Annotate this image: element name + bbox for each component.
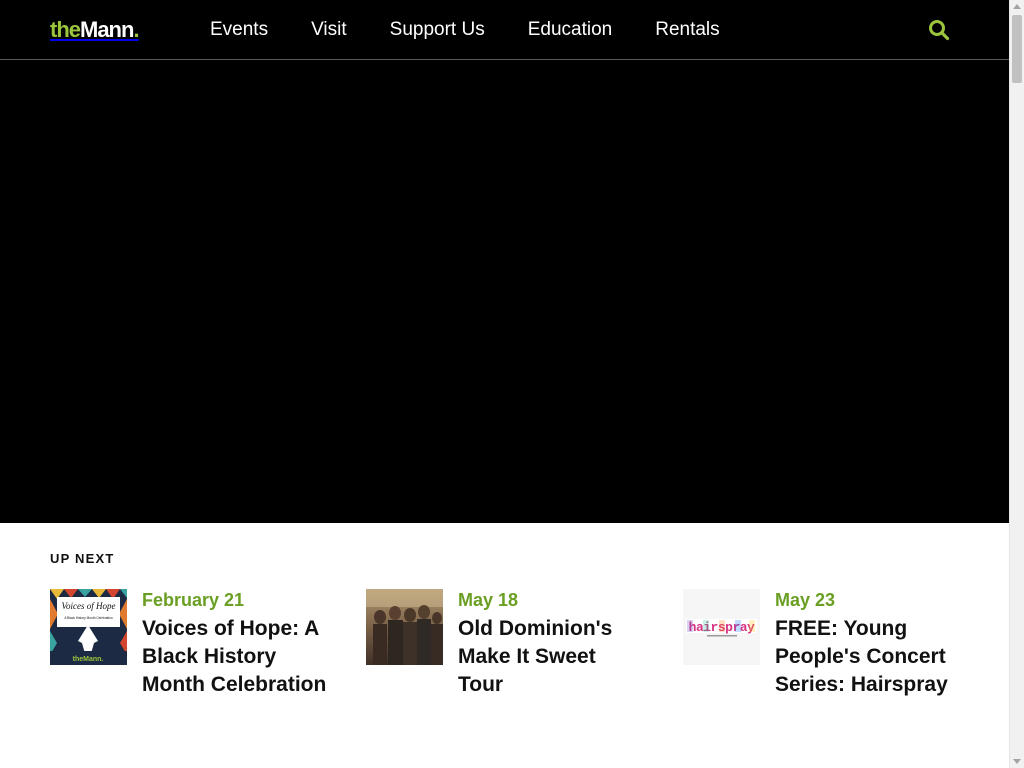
nav-rentals[interactable]: Rentals <box>655 18 719 42</box>
hero-video[interactable] <box>0 60 1009 523</box>
logo-dot: . <box>133 17 139 42</box>
scroll-down-arrow-icon[interactable] <box>1013 759 1021 764</box>
scroll-thumb[interactable] <box>1012 15 1022 83</box>
vertical-scrollbar[interactable] <box>1009 0 1024 768</box>
event-date: May 18 <box>458 590 519 610</box>
event-thumbnail <box>366 589 443 665</box>
nav-events[interactable]: Events <box>210 18 268 42</box>
site-header: theMann. Events Visit Support Us Educati… <box>0 0 1009 60</box>
search-icon <box>929 20 950 41</box>
event-date: May 23 <box>775 590 836 610</box>
svg-text:A Black History Month Celebrat: A Black History Month Celebration <box>64 616 113 620</box>
event-title: Old Dominion's Make It Sweet Tour <box>458 617 613 696</box>
event-thumbnail: Voices of Hope A Black History Month Cel… <box>50 589 127 665</box>
nav-visit[interactable]: Visit <box>311 18 347 42</box>
event-title: Voices of Hope: A Black History Month Ce… <box>142 617 327 696</box>
svg-text:Voices of Hope: Voices of Hope <box>62 601 116 611</box>
logo-mann: Mann <box>80 17 134 42</box>
event-title: FREE: Young People's Concert Series: Hai… <box>775 617 948 696</box>
main-nav: Events Visit Support Us Education Rental… <box>210 18 763 42</box>
page: theMann. Events Visit Support Us Educati… <box>0 0 1009 768</box>
site-logo[interactable]: theMann. <box>50 17 140 43</box>
event-thumbnail: hairspray <box>683 589 760 665</box>
search-button[interactable] <box>928 19 950 41</box>
up-next-heading: UP NEXT <box>50 551 115 569</box>
scroll-up-arrow-icon[interactable] <box>1013 4 1021 9</box>
nav-support-us[interactable]: Support Us <box>390 18 485 42</box>
nav-education[interactable]: Education <box>528 18 613 42</box>
svg-text:theMann.: theMann. <box>73 656 104 663</box>
logo-the: the <box>50 17 81 42</box>
event-date: February 21 <box>142 590 245 610</box>
